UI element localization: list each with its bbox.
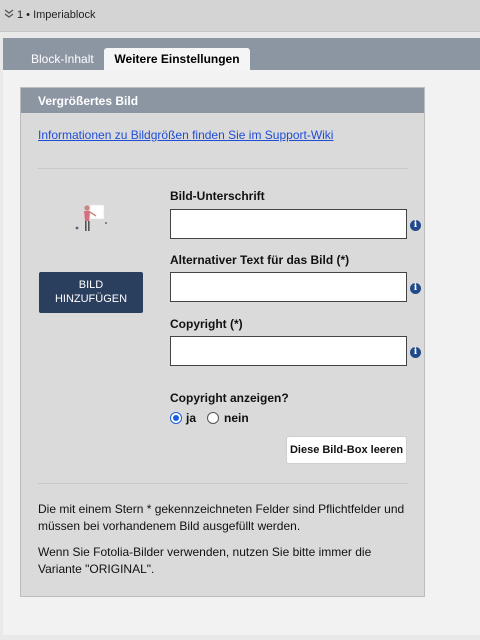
fotolia-note: Wenn Sie Fotolia-Bilder verwenden, nutze… [38, 545, 372, 576]
caption-input[interactable] [170, 209, 407, 239]
copyright-label: Copyright (*) [170, 317, 243, 331]
info-icon[interactable]: i [410, 347, 421, 358]
tab-bar: Block-Inhalt Weitere Einstellungen [3, 38, 480, 70]
divider [38, 483, 408, 484]
block-header[interactable]: 1 • Imperiablock [0, 0, 480, 32]
required-fields-note: Die mit einem Stern * gekennzeichneten F… [38, 502, 405, 533]
add-image-button[interactable]: BILD HINZUFÜGEN [39, 272, 143, 313]
copyright-display-label: Copyright anzeigen? [170, 391, 289, 405]
info-icon[interactable]: i [410, 283, 421, 294]
copyright-input[interactable] [170, 336, 407, 366]
support-wiki-link[interactable]: Informationen zu Bildgrößen finden Sie i… [38, 128, 333, 142]
info-icon[interactable]: i [410, 220, 421, 231]
clear-image-box-button[interactable]: Diese Bild-Box leeren [286, 436, 407, 464]
add-image-label-line1: BILD [78, 279, 104, 291]
tab-weitere-einstellungen[interactable]: Weitere Einstellungen [104, 48, 250, 70]
block-title: 1 • Imperiablock [17, 9, 96, 21]
card-title: Vergrößertes Bild [21, 88, 424, 113]
caption-label: Bild-Unterschrift [170, 189, 265, 203]
alt-text-input[interactable] [170, 272, 407, 302]
radio-no-label[interactable]: nein [224, 411, 249, 425]
divider [38, 168, 408, 169]
radio-no[interactable] [207, 412, 219, 424]
alt-text-label: Alternativer Text für das Bild (*) [170, 253, 350, 267]
image-placeholder-icon [73, 201, 113, 237]
enlarged-image-card: Vergrößertes Bild Informationen zu Bildg… [20, 87, 425, 597]
radio-yes[interactable] [170, 412, 182, 424]
radio-yes-label[interactable]: ja [186, 411, 196, 425]
tab-block-inhalt[interactable]: Block-Inhalt [21, 48, 104, 70]
chevron-double-down-icon[interactable] [4, 8, 14, 23]
add-image-label-line2: HINZUFÜGEN [54, 293, 128, 305]
